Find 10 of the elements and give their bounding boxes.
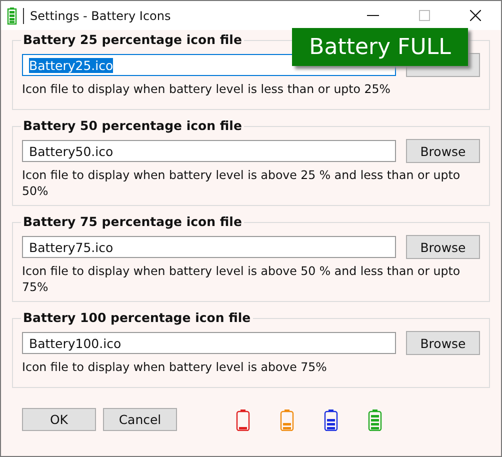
window-title: Settings - Battery Icons [30, 8, 171, 22]
group-title: Battery 75 percentage icon file [21, 214, 244, 229]
group-title: Battery 25 percentage icon file [21, 32, 244, 47]
description: Icon file to display when battery level is above 25 % and less than or upto 50% [22, 167, 462, 199]
description: Icon file to display when battery level is less than or upto 25% [22, 81, 392, 97]
description: Icon file to display when battery level is above 50 % and less than or upto 75% [22, 263, 462, 295]
battery-full-toast: Battery FULL [292, 28, 468, 66]
group-title: Battery 50 percentage icon file [21, 118, 244, 133]
description: Icon file to display when battery level is above 75% [22, 359, 328, 375]
group-title: Battery 100 percentage icon file [21, 310, 253, 325]
